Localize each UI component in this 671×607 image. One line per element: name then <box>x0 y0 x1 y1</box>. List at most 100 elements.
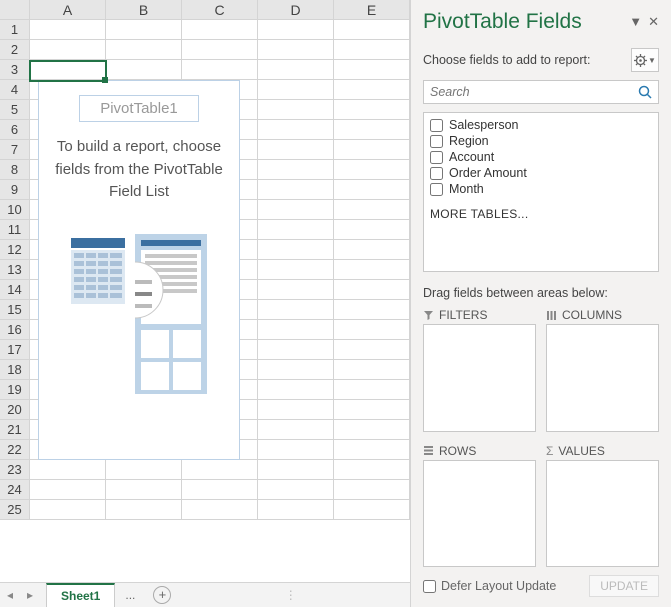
cell[interactable] <box>106 60 182 80</box>
cell[interactable] <box>334 340 410 360</box>
cell[interactable] <box>258 480 334 500</box>
row-header-6[interactable]: 6 <box>0 120 30 140</box>
cell[interactable] <box>334 180 410 200</box>
cell[interactable] <box>106 480 182 500</box>
cell[interactable] <box>258 80 334 100</box>
row-header-20[interactable]: 20 <box>0 400 30 420</box>
field-checkbox[interactable] <box>430 167 443 180</box>
cell[interactable] <box>258 240 334 260</box>
cell[interactable] <box>258 220 334 240</box>
sheet-tab-active[interactable]: Sheet1 <box>46 583 115 607</box>
row-header-2[interactable]: 2 <box>0 40 30 60</box>
rows-area[interactable]: ROWS <box>423 442 536 568</box>
cell[interactable] <box>258 120 334 140</box>
col-header-C[interactable]: C <box>182 0 258 20</box>
active-cell-A3[interactable] <box>29 60 107 82</box>
field-item[interactable]: Salesperson <box>430 117 652 133</box>
row-header-1[interactable]: 1 <box>0 20 30 40</box>
columns-area[interactable]: COLUMNS <box>546 306 659 432</box>
cell[interactable] <box>258 140 334 160</box>
pivottable-placeholder[interactable]: PivotTable1 To build a report, choose fi… <box>38 80 240 460</box>
row-header-24[interactable]: 24 <box>0 480 30 500</box>
pane-close-icon[interactable]: ✕ <box>648 14 659 30</box>
row-header-22[interactable]: 22 <box>0 440 30 460</box>
cell[interactable] <box>334 400 410 420</box>
row-header-18[interactable]: 18 <box>0 360 30 380</box>
col-header-E[interactable]: E <box>334 0 410 20</box>
row-header-14[interactable]: 14 <box>0 280 30 300</box>
row-header-23[interactable]: 23 <box>0 460 30 480</box>
row-header-3[interactable]: 3 <box>0 60 30 80</box>
cell[interactable] <box>258 260 334 280</box>
cell[interactable] <box>258 500 334 520</box>
cell[interactable] <box>182 40 258 60</box>
cell[interactable] <box>30 40 106 60</box>
rows-drop-zone[interactable] <box>423 460 536 568</box>
row-header-16[interactable]: 16 <box>0 320 30 340</box>
cell[interactable] <box>182 20 258 40</box>
col-header-B[interactable]: B <box>106 0 182 20</box>
cell[interactable] <box>334 380 410 400</box>
row-header-8[interactable]: 8 <box>0 160 30 180</box>
cell[interactable] <box>334 300 410 320</box>
row-header-7[interactable]: 7 <box>0 140 30 160</box>
cell[interactable] <box>334 420 410 440</box>
cell[interactable] <box>182 460 258 480</box>
cell[interactable] <box>334 140 410 160</box>
row-header-17[interactable]: 17 <box>0 340 30 360</box>
cell[interactable] <box>258 160 334 180</box>
tab-nav-prev[interactable]: ◂ <box>0 588 20 602</box>
pane-dropdown-icon[interactable]: ▼ <box>629 14 642 30</box>
add-sheet-button[interactable]: + <box>153 586 171 604</box>
cell[interactable] <box>334 360 410 380</box>
cell[interactable] <box>334 120 410 140</box>
cell[interactable] <box>334 320 410 340</box>
cell[interactable] <box>106 500 182 520</box>
cell[interactable] <box>334 480 410 500</box>
row-header-5[interactable]: 5 <box>0 100 30 120</box>
cell[interactable] <box>182 60 258 80</box>
tab-nav-next[interactable]: ▸ <box>20 588 40 602</box>
field-checkbox[interactable] <box>430 151 443 164</box>
row-header-11[interactable]: 11 <box>0 220 30 240</box>
cell[interactable] <box>334 440 410 460</box>
row-header-12[interactable]: 12 <box>0 240 30 260</box>
cell[interactable] <box>334 260 410 280</box>
field-list[interactable]: SalespersonRegionAccountOrder AmountMont… <box>423 112 659 272</box>
cell[interactable] <box>334 280 410 300</box>
field-checkbox[interactable] <box>430 135 443 148</box>
cell[interactable] <box>334 240 410 260</box>
cell[interactable] <box>334 100 410 120</box>
cell[interactable] <box>258 60 334 80</box>
col-header-A[interactable]: A <box>30 0 106 20</box>
columns-drop-zone[interactable] <box>546 324 659 432</box>
filters-area[interactable]: FILTERS <box>423 306 536 432</box>
values-area[interactable]: ΣVALUES <box>546 442 659 568</box>
field-search-box[interactable] <box>423 80 659 104</box>
cell[interactable] <box>182 500 258 520</box>
cell[interactable] <box>258 400 334 420</box>
field-item[interactable]: Order Amount <box>430 165 652 181</box>
update-button[interactable]: UPDATE <box>589 575 659 597</box>
cell[interactable] <box>106 460 182 480</box>
cell[interactable] <box>30 460 106 480</box>
spreadsheet-grid[interactable]: ABCDE 1234567891011121314151617181920212… <box>0 0 411 607</box>
row-header-21[interactable]: 21 <box>0 420 30 440</box>
cell[interactable] <box>334 80 410 100</box>
cell[interactable] <box>334 20 410 40</box>
cell[interactable] <box>258 380 334 400</box>
search-input[interactable] <box>430 85 638 99</box>
field-item[interactable]: Month <box>430 181 652 197</box>
row-header-13[interactable]: 13 <box>0 260 30 280</box>
cell[interactable] <box>334 60 410 80</box>
cell[interactable] <box>182 480 258 500</box>
row-header-4[interactable]: 4 <box>0 80 30 100</box>
cell[interactable] <box>30 480 106 500</box>
values-drop-zone[interactable] <box>546 460 659 568</box>
cell[interactable] <box>258 340 334 360</box>
row-header-19[interactable]: 19 <box>0 380 30 400</box>
fill-handle[interactable] <box>102 77 108 83</box>
cell[interactable] <box>106 40 182 60</box>
cell[interactable] <box>258 40 334 60</box>
cell[interactable] <box>334 200 410 220</box>
